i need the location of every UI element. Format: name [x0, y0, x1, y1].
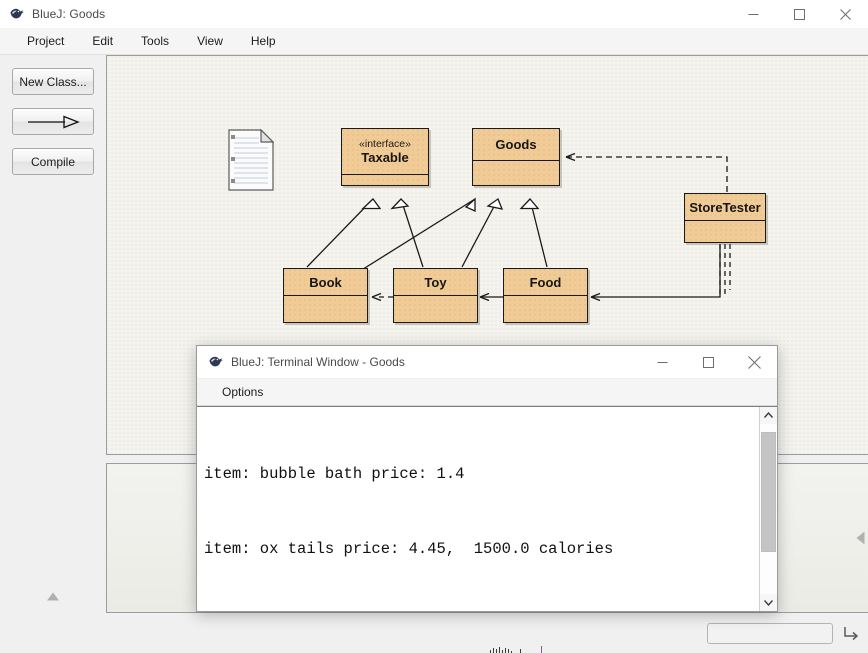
minimize-icon[interactable] — [639, 346, 685, 378]
terminal-window-controls — [639, 346, 777, 378]
class-box-food[interactable]: Food — [503, 268, 588, 323]
collapse-left-icon[interactable] — [856, 531, 865, 545]
menu-tools[interactable]: Tools — [130, 31, 180, 51]
class-toolbar: New Class... Compile — [0, 55, 106, 613]
new-class-button[interactable]: New Class... — [12, 68, 94, 95]
terminal-content: item: bubble bath price: 1.4 item: ox ta… — [197, 406, 777, 611]
maximize-icon[interactable] — [776, 0, 822, 28]
close-icon[interactable] — [731, 346, 777, 378]
menu-edit[interactable]: Edit — [81, 31, 124, 51]
compile-button[interactable]: Compile — [12, 148, 94, 175]
menu-options[interactable]: Options — [211, 382, 274, 402]
class-header-food: Food — [504, 269, 587, 296]
terminal-window-title: BlueJ: Terminal Window - Goods — [231, 355, 405, 369]
scrollbar-track[interactable] — [760, 424, 777, 594]
class-box-taxable[interactable]: «interface» Taxable — [341, 128, 429, 186]
class-box-storetester[interactable]: StoreTester — [684, 193, 766, 243]
bluej-bird-icon — [9, 6, 25, 22]
class-header-book: Book — [284, 269, 367, 296]
class-header-taxable: «interface» Taxable — [342, 129, 428, 175]
class-name-book: Book — [309, 275, 342, 290]
terminal-output[interactable]: item: bubble bath price: 1.4 item: ox ta… — [197, 407, 759, 611]
arrow-tool-button[interactable] — [12, 108, 94, 135]
collapse-up-icon[interactable] — [46, 590, 60, 599]
class-header-storetester: StoreTester — [685, 194, 765, 221]
maximize-icon[interactable] — [685, 346, 731, 378]
terminal-line: item: bubble bath price: 1.4 — [204, 462, 759, 487]
main-window-controls — [730, 0, 868, 28]
class-box-goods[interactable]: Goods — [472, 128, 560, 186]
class-header-toy: Toy — [394, 269, 477, 296]
main-menubar: Project Edit Tools View Help — [0, 28, 868, 55]
main-statusbar — [0, 613, 868, 653]
terminal-titlebar: BlueJ: Terminal Window - Goods — [197, 346, 777, 379]
class-name-storetester: StoreTester — [689, 200, 760, 215]
taskbar-peek — [486, 643, 546, 653]
class-box-toy[interactable]: Toy — [393, 268, 478, 323]
terminal-menubar: Options — [197, 379, 777, 406]
terminal-window: BlueJ: Terminal Window - Goods Options i… — [196, 345, 778, 612]
class-name-food: Food — [530, 275, 562, 290]
scrollbar-thumb[interactable] — [761, 432, 776, 552]
class-name-toy: Toy — [424, 275, 446, 290]
class-name-goods: Goods — [495, 137, 536, 152]
scroll-up-icon[interactable] — [760, 407, 777, 424]
class-stereotype-taxable: «interface» — [359, 138, 411, 150]
progress-bar — [707, 623, 833, 644]
main-titlebar: BlueJ: Goods — [0, 0, 868, 28]
class-box-book[interactable]: Book — [283, 268, 368, 323]
minimize-icon[interactable] — [730, 0, 776, 28]
main-window-title: BlueJ: Goods — [32, 7, 105, 21]
menu-help[interactable]: Help — [240, 31, 287, 51]
class-header-goods: Goods — [473, 129, 559, 161]
terminal-scrollbar[interactable] — [759, 407, 777, 611]
bluej-bird-icon — [208, 354, 224, 370]
menu-view[interactable]: View — [186, 31, 234, 51]
close-icon[interactable] — [822, 0, 868, 28]
reset-icon[interactable] — [842, 623, 860, 643]
scroll-down-icon[interactable] — [760, 594, 777, 611]
class-name-taxable: Taxable — [361, 150, 408, 165]
menu-project[interactable]: Project — [16, 31, 75, 51]
terminal-line: item: ox tails price: 4.45, 1500.0 calor… — [204, 537, 759, 562]
